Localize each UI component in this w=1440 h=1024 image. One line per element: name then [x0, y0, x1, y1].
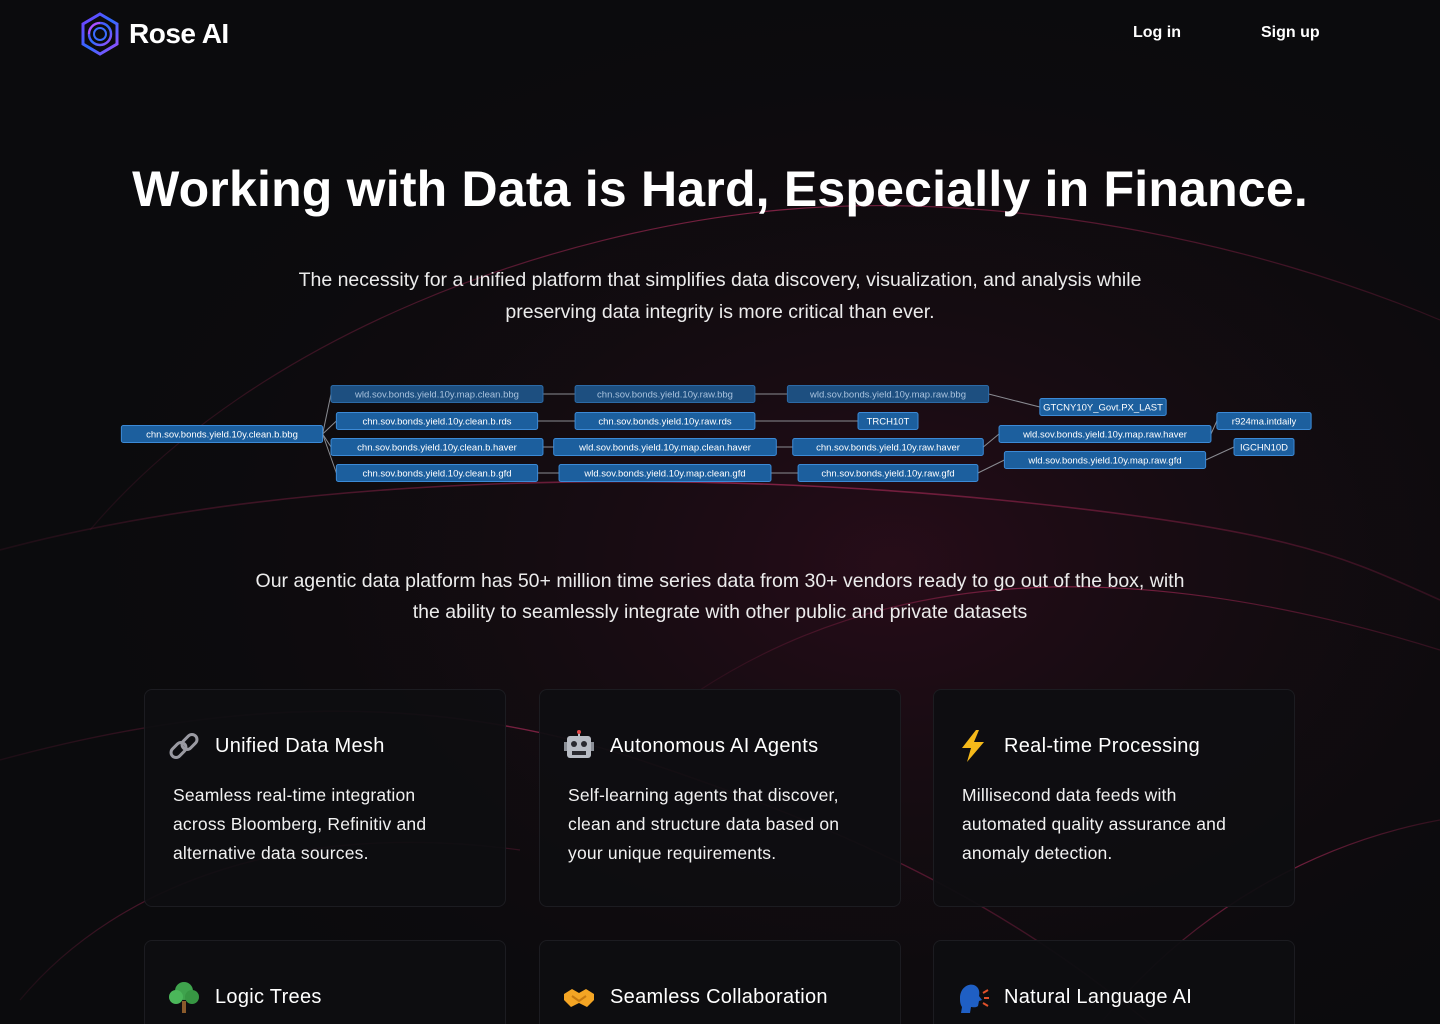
- lineage-node[interactable]: wld.sov.bonds.yield.10y.map.raw.haver: [998, 425, 1212, 443]
- feature-title: Unified Data Mesh: [215, 734, 385, 757]
- feature-card-unified-data-mesh: Unified Data Mesh Seamless real-time int…: [144, 689, 506, 907]
- lineage-node-label: chn.sov.bonds.yield.10y.clean.b.gfd: [362, 469, 511, 480]
- hero-title: Working with Data is Hard, Especially in…: [132, 161, 1308, 217]
- lineage-edge: [977, 459, 1005, 474]
- lineage-node-label: wld.sov.bonds.yield.10y.map.raw.gfd: [1027, 456, 1181, 467]
- lineage-node-label: GTCNY10Y_Govt.PX_LAST: [1043, 403, 1163, 414]
- lineage-node[interactable]: chn.sov.bonds.yield.10y.raw.rds: [574, 412, 756, 430]
- feature-desc-line: Self-learning agents that discover,: [568, 785, 839, 805]
- lineage-node-label: r924ma.intdaily: [1232, 417, 1297, 428]
- lineage-node[interactable]: IGCHN10D: [1233, 438, 1295, 456]
- feature-desc-line: Seamless real-time integration: [173, 785, 416, 805]
- lineage-node[interactable]: chn.sov.bonds.yield.10y.clean.b.haver: [330, 438, 544, 456]
- lineage-node[interactable]: chn.sov.bonds.yield.10y.raw.gfd: [797, 464, 979, 482]
- lineage-node[interactable]: wld.sov.bonds.yield.10y.map.clean.gfd: [558, 464, 772, 482]
- lightning-icon: [955, 728, 991, 764]
- lineage-node[interactable]: chn.sov.bonds.yield.10y.clean.b.bbg: [120, 425, 324, 443]
- lineage-node-label: IGCHN10D: [1240, 443, 1288, 454]
- feature-desc-line: automated quality assurance and: [962, 814, 1227, 834]
- lineage-node[interactable]: chn.sov.bonds.yield.10y.clean.b.rds: [335, 412, 539, 430]
- signup-link[interactable]: Sign up: [1261, 24, 1320, 42]
- feature-title: Autonomous AI Agents: [610, 734, 819, 757]
- lineage-node-label: chn.sov.bonds.yield.10y.raw.haver: [816, 443, 960, 454]
- feature-card-seamless-collaboration: Seamless Collaboration: [539, 940, 901, 1024]
- platform-stat-line2: the ability to seamlessly integrate with…: [412, 601, 1028, 623]
- lineage-node-label: wld.sov.bonds.yield.10y.map.raw.bbg: [809, 390, 966, 401]
- hero-subtitle: The necessity for a unified platform tha…: [240, 264, 1200, 328]
- lineage-node[interactable]: GTCNY10Y_Govt.PX_LAST: [1039, 398, 1167, 416]
- feature-title: Natural Language AI: [1004, 985, 1193, 1008]
- feature-description: Seamless real-time integration across Bl…: [173, 781, 483, 868]
- lineage-node-label: wld.sov.bonds.yield.10y.map.clean.haver: [578, 443, 751, 454]
- feature-card-logic-trees: Logic Trees: [144, 940, 506, 1024]
- lineage-node[interactable]: chn.sov.bonds.yield.10y.raw.haver: [792, 438, 984, 456]
- login-link[interactable]: Log in: [1133, 24, 1181, 42]
- hero-subtitle-line2: preserving data integrity is more critic…: [505, 301, 935, 323]
- feature-desc-line: clean and structure data based on: [568, 814, 840, 834]
- speaking-head-icon: [955, 979, 991, 1015]
- lineage-edge: [988, 393, 1040, 408]
- feature-description: Millisecond data feeds with automated qu…: [962, 781, 1272, 868]
- link-icon: [166, 728, 202, 764]
- lineage-edge: [982, 433, 1000, 448]
- feature-card-real-time-processing: Real-time Processing Millisecond data fe…: [933, 689, 1295, 907]
- platform-stat-line1: Our agentic data platform has 50+ millio…: [255, 570, 1185, 592]
- rose-logo-icon: [81, 12, 119, 56]
- lineage-node-label: chn.sov.bonds.yield.10y.raw.rds: [598, 417, 731, 428]
- lineage-node[interactable]: wld.sov.bonds.yield.10y.map.raw.bbg: [786, 385, 990, 403]
- lineage-node-label: chn.sov.bonds.yield.10y.raw.gfd: [821, 469, 954, 480]
- feature-desc-line: your unique requirements.: [568, 843, 777, 863]
- lineage-node[interactable]: TRCH10T: [857, 412, 919, 430]
- lineage-edge: [1205, 446, 1235, 461]
- data-lineage-graph: chn.sov.bonds.yield.10y.clean.b.bbg wld.s…: [120, 385, 1312, 482]
- feature-desc-line: Millisecond data feeds with: [962, 785, 1177, 805]
- lineage-node[interactable]: wld.sov.bonds.yield.10y.map.raw.gfd: [1003, 451, 1207, 469]
- feature-desc-line: anomaly detection.: [962, 843, 1113, 863]
- hero-subtitle-line1: The necessity for a unified platform tha…: [298, 269, 1142, 291]
- feature-description: Self-learning agents that discover, clea…: [568, 781, 878, 868]
- lineage-node[interactable]: wld.sov.bonds.yield.10y.map.clean.bbg: [330, 385, 544, 403]
- lineage-node-label: chn.sov.bonds.yield.10y.raw.bbg: [597, 390, 733, 401]
- top-nav: Rose AI Log in Sign up: [0, 0, 1440, 68]
- lineage-edge: [322, 393, 332, 435]
- brand-name: Rose AI: [129, 18, 229, 49]
- tree-icon: [166, 979, 202, 1015]
- lineage-node-label: wld.sov.bonds.yield.10y.map.raw.haver: [1022, 430, 1187, 441]
- feature-title: Real-time Processing: [1004, 734, 1201, 757]
- lineage-node-label: wld.sov.bonds.yield.10y.map.clean.bbg: [354, 390, 519, 401]
- lineage-node[interactable]: chn.sov.bonds.yield.10y.raw.bbg: [574, 385, 756, 403]
- lineage-node-label: chn.sov.bonds.yield.10y.clean.b.rds: [362, 417, 511, 428]
- lineage-node-label: wld.sov.bonds.yield.10y.map.clean.gfd: [583, 469, 745, 480]
- feature-title: Logic Trees: [215, 985, 322, 1008]
- lineage-node-label: TRCH10T: [867, 417, 910, 428]
- feature-title: Seamless Collaboration: [610, 985, 828, 1008]
- feature-card-autonomous-ai-agents: Autonomous AI Agents Self-learning agent…: [539, 689, 901, 907]
- handshake-icon: [561, 979, 597, 1015]
- lineage-edge: [1210, 420, 1218, 435]
- platform-stat: Our agentic data platform has 50+ millio…: [180, 566, 1260, 628]
- feature-desc-line: alternative data sources.: [173, 843, 369, 863]
- brand[interactable]: Rose AI: [80, 12, 229, 56]
- lineage-node[interactable]: chn.sov.bonds.yield.10y.clean.b.gfd: [335, 464, 539, 482]
- feature-desc-line: across Bloomberg, Refinitiv and: [173, 814, 427, 834]
- robot-icon: [561, 728, 597, 764]
- lineage-node-label: chn.sov.bonds.yield.10y.clean.b.haver: [357, 443, 517, 454]
- feature-card-natural-language-ai: Natural Language AI: [933, 940, 1295, 1024]
- lineage-node[interactable]: wld.sov.bonds.yield.10y.map.clean.haver: [553, 438, 777, 456]
- lineage-node[interactable]: r924ma.intdaily: [1216, 412, 1312, 430]
- lineage-node-label: chn.sov.bonds.yield.10y.clean.b.bbg: [146, 430, 298, 441]
